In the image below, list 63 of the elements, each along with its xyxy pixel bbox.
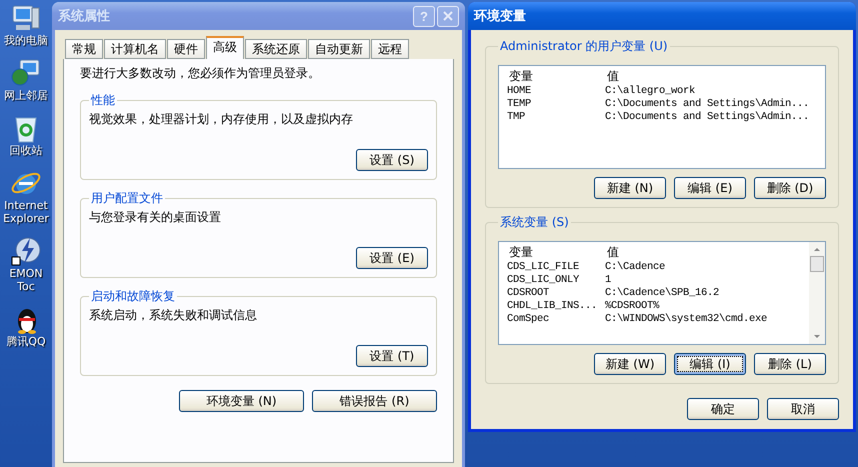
- scrollbar[interactable]: [809, 242, 825, 344]
- variable-value: C:\Documents and Settings\Admin...: [605, 98, 810, 110]
- window-title: 系统属性: [58, 8, 111, 25]
- group-title: 用户配置文件: [90, 190, 164, 207]
- variable-value: C:\Cadence: [605, 260, 666, 272]
- settings-button[interactable]: 设置 (S): [356, 149, 428, 171]
- lightning-disc-icon[interactable]: [10, 235, 42, 267]
- notice-text: 要进行大多数改动，您必须作为管理员登录。: [80, 65, 321, 82]
- tab[interactable]: 常规: [65, 39, 103, 59]
- variable-value: %CDSROOT%: [605, 300, 660, 312]
- variable-value: C:\allegro_work: [605, 84, 696, 96]
- variable-name: HOME: [507, 84, 532, 96]
- column-header[interactable]: 值: [607, 244, 619, 260]
- variable-value: C:\WINDOWS\system32\cmd.exe: [605, 312, 768, 324]
- dialog-button[interactable]: 取消: [767, 398, 839, 420]
- desktop-icon-label[interactable]: Internet Explorer: [0, 199, 52, 225]
- tab[interactable]: 硬件: [167, 39, 205, 59]
- settings-button[interactable]: 设置 (E): [356, 247, 428, 269]
- scroll-thumb[interactable]: [810, 256, 824, 272]
- dialog-button[interactable]: 确定: [687, 398, 759, 420]
- variable-value: C:\Cadence\SPB_16.2: [605, 286, 720, 298]
- group-title: 启动和故障恢复: [90, 288, 176, 305]
- desktop-icon-label[interactable]: 回收站: [0, 144, 52, 157]
- column-header[interactable]: 变量: [507, 68, 607, 84]
- desktop-icon-label[interactable]: 腾讯QQ: [0, 335, 52, 348]
- group-description: 与您登录有关的桌面设置: [89, 209, 222, 226]
- list-button[interactable]: 删除 (L): [754, 353, 826, 375]
- desktop-icon-label[interactable]: 网上邻居: [0, 89, 52, 102]
- close-icon: [443, 11, 453, 21]
- variable-name: CDS_LIC_FILE: [507, 260, 580, 272]
- variable-name: CDSROOT: [507, 286, 550, 298]
- group-description: 系统启动，系统失败和调试信息: [89, 307, 258, 324]
- variable-value: 1: [605, 274, 612, 286]
- list-button[interactable]: 新建 (W): [594, 353, 666, 375]
- desktop-icon-label[interactable]: EMON Toc: [0, 267, 52, 293]
- variable-name: TEMP: [507, 98, 532, 110]
- list-button[interactable]: 编辑 (I): [674, 353, 746, 375]
- tab[interactable]: 自动更新: [308, 39, 370, 59]
- window-title: 环境变量: [474, 8, 527, 25]
- column-header[interactable]: 值: [607, 68, 619, 84]
- list-button[interactable]: 新建 (N): [594, 177, 666, 199]
- variables-list[interactable]: 变量 值 HOME C:\allegro_work TEMP C:\Documents and Settings\Admin... TMP C:\Documents and Settings\Admin...: [498, 65, 826, 169]
- dialog-button[interactable]: 错误报告 (R): [312, 390, 437, 412]
- settings-button[interactable]: 设置 (T): [356, 345, 428, 367]
- tab[interactable]: 系统还原: [245, 39, 307, 59]
- group-title: 性能: [90, 92, 116, 109]
- variable-name: ComSpec: [507, 312, 550, 324]
- column-header[interactable]: 变量: [507, 244, 607, 260]
- list-button[interactable]: 删除 (D): [754, 177, 826, 199]
- variable-value: C:\Documents and Settings\Admin...: [605, 110, 810, 122]
- variables-list[interactable]: 变量 值 CDS_LIC_FILE C:\Cadence CDS_LIC_ONLY 1 CDSROOT C:\Cadence\SPB_16.2 CHDL_LIB_INS... %CDSROOT% ComSpec C:\WINDOWS\system32\cmd.exe: [498, 241, 826, 345]
- tab[interactable]: 计算机名: [104, 39, 166, 59]
- variable-name: TMP: [507, 110, 526, 122]
- group-title: Administrator 的用户变量 (U): [499, 38, 669, 55]
- desktop-icon-label[interactable]: 我的电脑: [0, 34, 52, 47]
- dialog-button[interactable]: 环境变量 (N): [179, 390, 304, 412]
- group-title: 系统变量 (S): [499, 214, 570, 231]
- tab[interactable]: 高级: [206, 36, 244, 59]
- variable-name: CDS_LIC_ONLY: [507, 274, 580, 286]
- list-button[interactable]: 编辑 (E): [674, 177, 746, 199]
- tab[interactable]: 远程: [371, 39, 409, 59]
- variable-name: CHDL_LIB_INS...: [507, 300, 598, 312]
- group-description: 视觉效果，处理器计划，内存使用，以及虚拟内存: [89, 111, 354, 128]
